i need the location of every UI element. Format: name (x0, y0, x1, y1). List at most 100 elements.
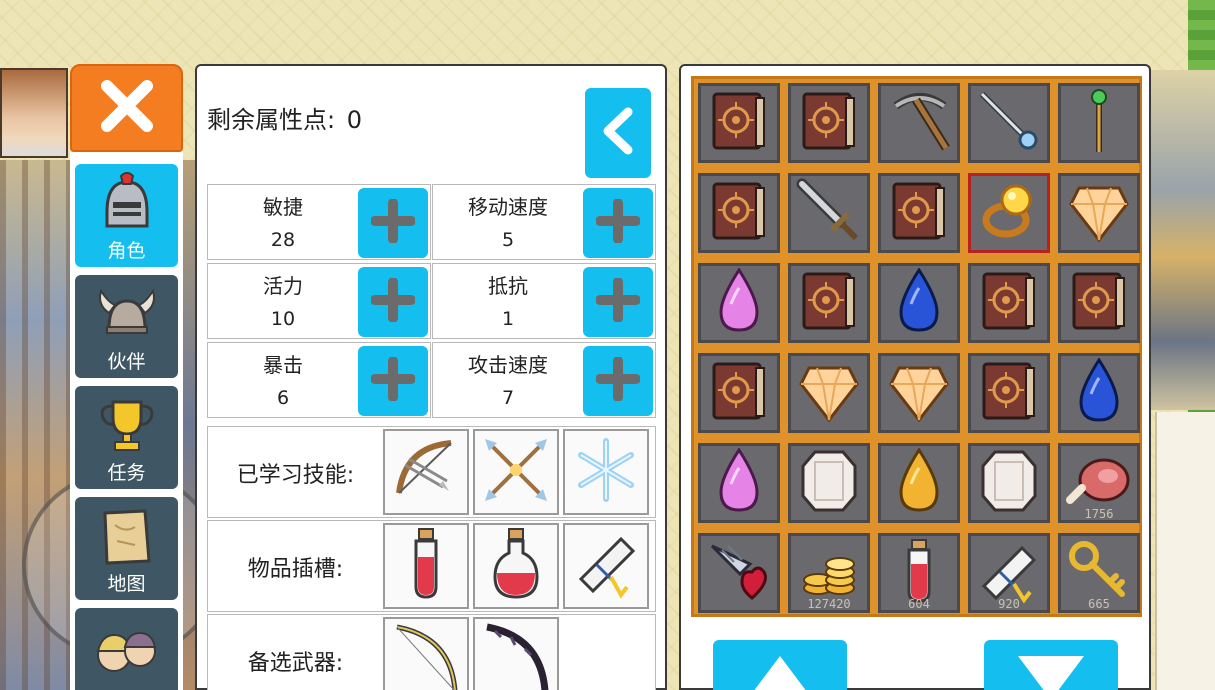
inventory-slot[interactable]: 1756 (1058, 443, 1140, 523)
triangle-down-icon (1016, 654, 1086, 690)
item-slots-label: 物品插槽: (247, 557, 344, 582)
pickaxe-icon (886, 88, 952, 158)
skill-slot-1[interactable] (383, 429, 469, 515)
sword-icon (796, 178, 862, 248)
tab-party[interactable] (75, 608, 178, 690)
skill-slot-2[interactable] (473, 429, 559, 515)
inventory-slot[interactable] (878, 173, 960, 253)
tab-label: 伙伴 (107, 351, 146, 373)
inventory-slot[interactable] (1058, 353, 1140, 433)
tab-character[interactable]: 角色 (75, 164, 178, 267)
inventory-slot[interactable] (1058, 173, 1140, 253)
inventory-slot[interactable]: 920 (968, 533, 1050, 613)
add-move-speed-button[interactable] (583, 188, 653, 258)
inventory-slot[interactable] (968, 353, 1050, 433)
inventory-slot[interactable] (788, 353, 870, 433)
item-count: 1756 (1084, 507, 1114, 521)
inventory-slot[interactable] (698, 173, 780, 253)
inventory-grid: 1756 127420 604 920 665 (691, 76, 1142, 617)
stat-name: 敏捷 (263, 195, 303, 219)
stat-critical: 暴击 6 (207, 342, 431, 418)
chevron-left-icon (598, 106, 638, 160)
page-down-button[interactable] (984, 640, 1118, 690)
dark-bow-icon (481, 621, 551, 690)
spellbook-icon (796, 268, 862, 338)
tab-partner[interactable]: 伙伴 (75, 275, 178, 378)
snowflake-icon (571, 435, 641, 509)
item-slot-2[interactable] (473, 523, 559, 609)
inventory-slot[interactable] (788, 83, 870, 163)
tab-quests[interactable]: 任务 (75, 386, 178, 489)
inventory-slot[interactable] (878, 83, 960, 163)
spellbook-icon (706, 178, 772, 248)
stat-value: 5 (501, 229, 515, 251)
inventory-slot[interactable] (698, 533, 780, 613)
knight-helmet-icon (92, 169, 162, 239)
inventory-slot[interactable] (878, 353, 960, 433)
inventory-slot[interactable] (698, 353, 780, 433)
remaining-points-label: 剩余属性点: (207, 106, 336, 134)
hero-portrait[interactable] (0, 68, 68, 158)
inventory-slot[interactable] (968, 83, 1050, 163)
inventory-slot[interactable] (788, 443, 870, 523)
add-vitality-button[interactable] (358, 267, 428, 337)
red-potion-icon (406, 527, 446, 605)
skill-slot-3[interactable] (563, 429, 649, 515)
spellbook-icon (976, 268, 1042, 338)
add-resistance-button[interactable] (583, 267, 653, 337)
inventory-slot[interactable]: 604 (878, 533, 960, 613)
inventory-slot[interactable] (1058, 83, 1140, 163)
stat-value: 7 (501, 387, 515, 409)
stat-value: 10 (270, 308, 296, 330)
back-button[interactable] (585, 88, 651, 178)
trophy-icon (92, 391, 162, 461)
inventory-slot[interactable] (968, 173, 1050, 253)
page-up-button[interactable] (713, 640, 847, 690)
inventory-slot[interactable] (698, 443, 780, 523)
item-slot-1[interactable] (383, 523, 469, 609)
stat-value: 1 (501, 308, 515, 330)
inventory-slot[interactable] (1058, 263, 1140, 343)
inventory-slot[interactable] (788, 173, 870, 253)
amber-gem-icon (799, 358, 859, 428)
tab-label: 角色 (107, 240, 146, 262)
stat-name: 攻击速度 (468, 353, 548, 377)
map-scroll-icon (92, 502, 162, 572)
item-slot-3[interactable] (563, 523, 649, 609)
inventory-slot[interactable]: 127420 (788, 533, 870, 613)
menu-tab-column: 角色 伙伴 任务 地图 (70, 152, 183, 690)
add-attack-speed-button[interactable] (583, 346, 653, 416)
add-agility-button[interactable] (358, 188, 428, 258)
learned-skills-row: 已学习技能: (207, 426, 656, 518)
scroll-icon (571, 529, 641, 603)
plus-icon (370, 277, 416, 326)
crossbow-icon (391, 435, 461, 509)
pink-crystal-icon (717, 447, 761, 518)
backup-weapons-row: 备选武器: (207, 614, 656, 690)
spellbook-icon (976, 358, 1042, 428)
add-critical-button[interactable] (358, 346, 428, 416)
inventory-slot[interactable] (968, 443, 1050, 523)
inventory-slot[interactable] (878, 443, 960, 523)
tab-label: 地图 (107, 573, 146, 595)
inventory-slot[interactable] (878, 263, 960, 343)
spellbook-icon (1066, 268, 1132, 338)
gold-ring-icon (976, 178, 1042, 248)
spellbook-icon (886, 178, 952, 248)
inventory-slot[interactable] (698, 83, 780, 163)
close-button[interactable] (70, 64, 183, 152)
stat-name: 暴击 (263, 353, 303, 377)
drill-heart-icon (706, 538, 772, 608)
inventory-slot[interactable] (788, 263, 870, 343)
inventory-slot[interactable] (698, 263, 780, 343)
stat-resistance: 抵抗 1 (432, 263, 656, 339)
tab-map[interactable]: 地图 (75, 497, 178, 600)
stat-value: 28 (270, 229, 296, 251)
bow-icon (391, 621, 461, 690)
pink-crystal-icon (717, 267, 761, 338)
amber-gem-icon (889, 358, 949, 428)
weapon-slot-1[interactable] (383, 617, 469, 690)
inventory-slot[interactable]: 665 (1058, 533, 1140, 613)
inventory-slot[interactable] (968, 263, 1050, 343)
weapon-slot-2[interactable] (473, 617, 559, 690)
